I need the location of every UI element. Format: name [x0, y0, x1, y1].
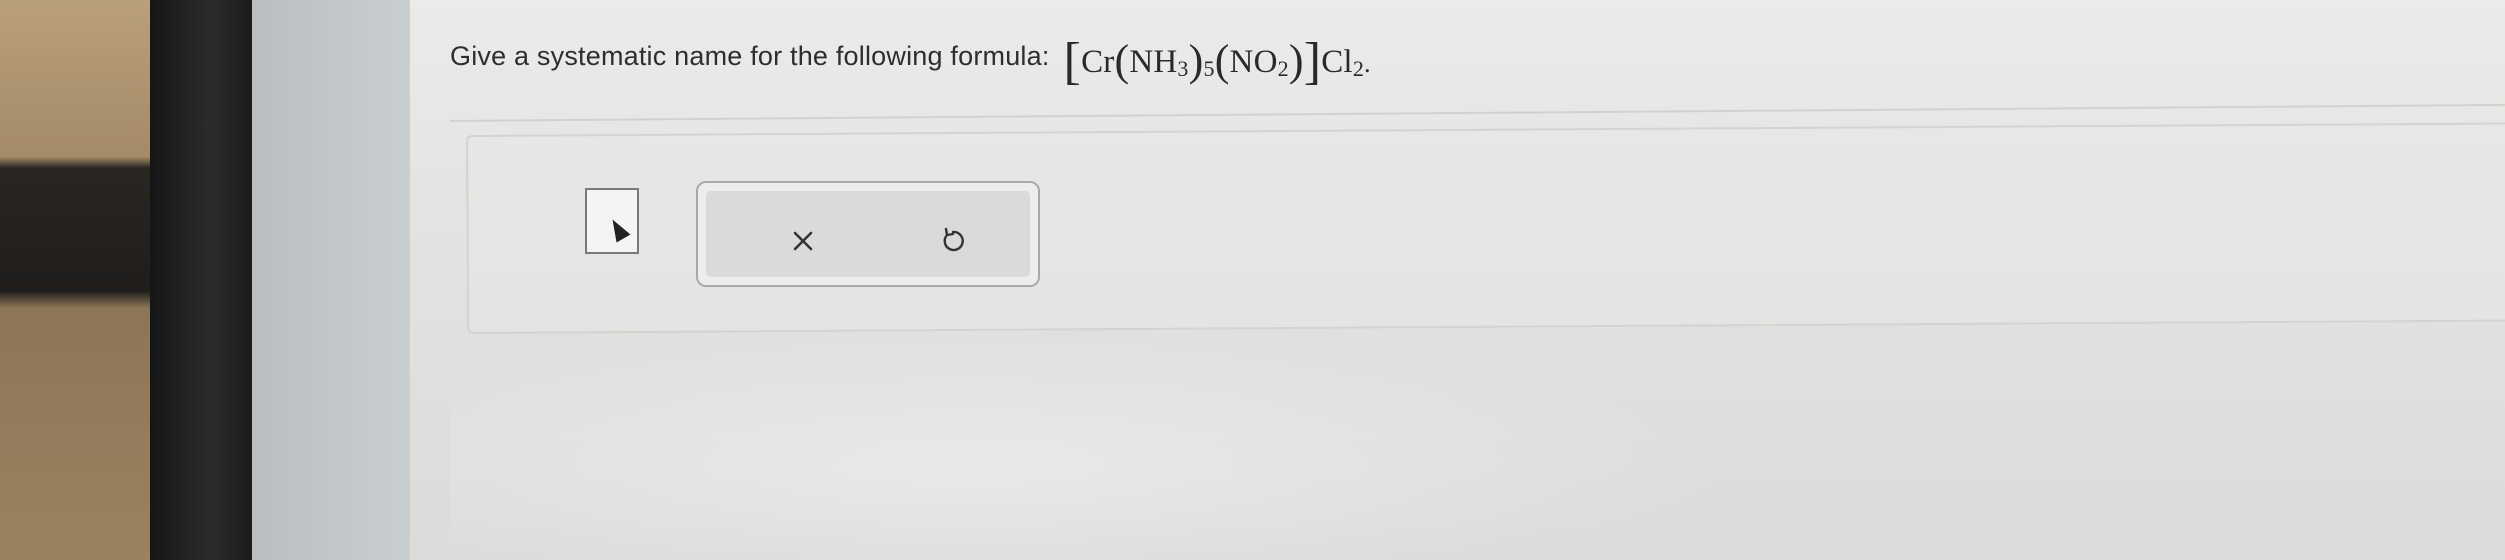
monitor-bezel — [150, 0, 258, 560]
formula-ligand1-sub: 3 — [1177, 56, 1189, 81]
toolbar-inner — [706, 191, 1030, 277]
formula-end-mark: . — [1364, 49, 1371, 78]
question-prompt: Give a systematic name for the following… — [450, 40, 1050, 71]
photo-stage: Give a systematic name for the following… — [0, 0, 2505, 560]
clear-button[interactable] — [781, 219, 825, 263]
answer-toolbar — [696, 181, 1040, 287]
formula-ligand1-count: 5 — [1203, 56, 1215, 81]
close-icon — [793, 231, 813, 251]
screen-left-margin — [252, 0, 412, 560]
formula-counter-ion-sub: 2 — [1352, 56, 1365, 81]
desk-background — [0, 0, 175, 560]
formula-counter-ion: Cl — [1321, 44, 1353, 80]
formula-metal: Cr — [1081, 44, 1115, 80]
formula-ligand1: NH — [1129, 44, 1178, 80]
undo-icon — [943, 227, 964, 252]
question-text: Give a systematic name for the following… — [450, 30, 1371, 90]
formula-ligand2-sub: 2 — [1277, 56, 1289, 81]
chemical-formula: [Cr(NH 3) 5(NO 2)] Cl 2. — [1063, 33, 1371, 90]
formula-ligand2: NO — [1229, 44, 1278, 80]
undo-button[interactable] — [931, 219, 975, 263]
